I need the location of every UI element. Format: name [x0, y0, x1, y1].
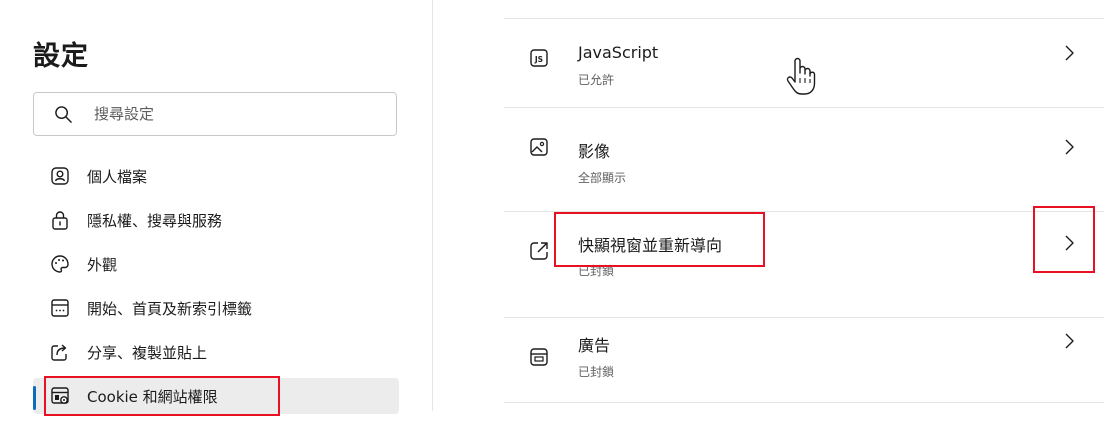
sidebar-item-appearance[interactable]: 外觀 [33, 246, 399, 282]
chevron-right-icon[interactable] [1064, 138, 1076, 156]
sidebar-item-label: 個人檔案 [87, 168, 148, 186]
sidebar-item-privacy[interactable]: 隱私權、搜尋與服務 [33, 202, 399, 238]
sidebar-item-label: 外觀 [87, 256, 118, 274]
sidebar-item-profiles[interactable]: 個人檔案 [33, 158, 399, 194]
sidebar-item-label: 隱私權、搜尋與服務 [87, 212, 223, 230]
page-title: 設定 [33, 41, 89, 72]
sidebar-item-label: 分享、複製並貼上 [87, 344, 208, 362]
row-divider [504, 402, 1104, 403]
permission-row-ads[interactable]: 廣告 已封鎖 [504, 318, 1104, 406]
highlight-box-popups-row [554, 212, 765, 267]
panel-divider [432, 0, 433, 411]
chevron-right-icon[interactable] [1064, 332, 1076, 350]
highlight-box-cookies [44, 376, 280, 416]
image-icon [530, 138, 548, 156]
home-tab-icon [51, 299, 69, 317]
sidebar-item-start-home-tab[interactable]: 開始、首頁及新索引標籤 [33, 290, 399, 326]
hand-cursor-icon [786, 57, 816, 95]
active-indicator [33, 386, 36, 410]
popup-redirect-icon [530, 242, 548, 260]
lock-icon [52, 211, 68, 230]
row-subtitle: 已封鎖 [578, 365, 615, 379]
row-title: 影像 [578, 142, 611, 161]
sidebar-item-label: 開始、首頁及新索引標籤 [87, 300, 253, 318]
row-title: 廣告 [578, 336, 611, 355]
row-subtitle: 全部顯示 [578, 171, 627, 185]
permission-row-images[interactable]: 影像 全部顯示 [504, 108, 1104, 196]
palette-icon [51, 255, 69, 273]
row-divider [504, 317, 1104, 318]
search-icon [55, 106, 72, 123]
search-box[interactable] [33, 92, 397, 136]
profile-icon [51, 167, 69, 185]
ads-icon [530, 348, 548, 366]
sidebar-item-share-copy-paste[interactable]: 分享、複製並貼上 [33, 334, 399, 370]
search-input[interactable] [94, 101, 384, 127]
settings-sidebar: 設定 個人檔案 隱私權、搜尋與服務 [0, 0, 432, 414]
highlight-box-popups-chevron [1033, 206, 1095, 273]
share-icon [51, 344, 67, 361]
